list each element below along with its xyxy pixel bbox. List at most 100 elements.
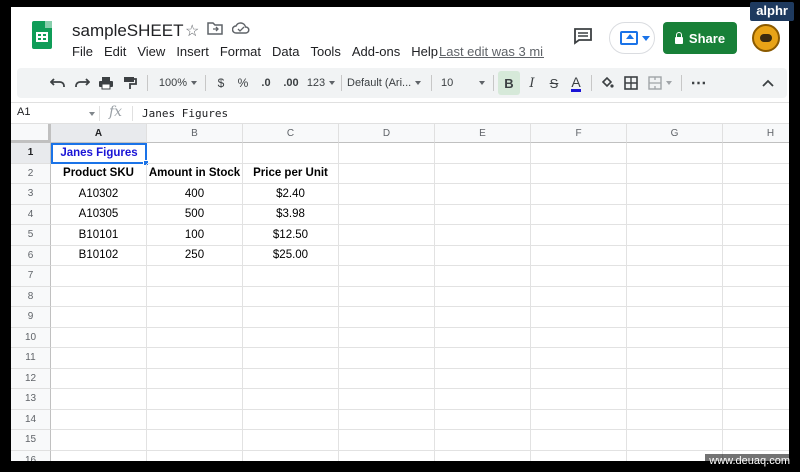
- cell-c2[interactable]: Price per Unit: [243, 163, 339, 184]
- cell-c12[interactable]: [243, 368, 339, 389]
- cell-d2[interactable]: [339, 163, 435, 184]
- cell-e16[interactable]: [435, 450, 531, 461]
- cell-f3[interactable]: [531, 184, 627, 205]
- menu-addons[interactable]: Add-ons: [352, 44, 400, 59]
- column-header-d[interactable]: D: [339, 124, 435, 143]
- cell-e15[interactable]: [435, 430, 531, 451]
- cell-h11[interactable]: [723, 348, 789, 369]
- cell-c7[interactable]: [243, 266, 339, 287]
- cell-d13[interactable]: [339, 389, 435, 410]
- cell-f9[interactable]: [531, 307, 627, 328]
- cell-a13[interactable]: [51, 389, 147, 410]
- cell-d16[interactable]: [339, 450, 435, 461]
- text-color-button[interactable]: A: [566, 68, 586, 98]
- cell-a9[interactable]: [51, 307, 147, 328]
- paint-format-icon[interactable]: [119, 68, 141, 98]
- more-formats-select[interactable]: 123: [305, 68, 337, 98]
- column-header-b[interactable]: B: [147, 124, 243, 143]
- column-header-e[interactable]: E: [435, 124, 531, 143]
- avatar[interactable]: [752, 24, 780, 52]
- cell-a2[interactable]: Product SKU: [51, 163, 147, 184]
- cell-f1[interactable]: [531, 143, 627, 164]
- cell-g13[interactable]: [627, 389, 723, 410]
- row-header-5[interactable]: 5: [11, 225, 51, 246]
- document-title[interactable]: sampleSHEET: [72, 21, 183, 41]
- column-header-c[interactable]: C: [243, 124, 339, 143]
- menu-view[interactable]: View: [137, 44, 165, 59]
- present-button[interactable]: [609, 22, 655, 54]
- cell-b16[interactable]: [147, 450, 243, 461]
- cell-b1[interactable]: [147, 143, 243, 164]
- cell-d4[interactable]: [339, 204, 435, 225]
- cell-c15[interactable]: [243, 430, 339, 451]
- cell-c13[interactable]: [243, 389, 339, 410]
- redo-icon[interactable]: [71, 68, 93, 98]
- row-header-10[interactable]: 10: [11, 327, 51, 348]
- cell-d5[interactable]: [339, 225, 435, 246]
- cell-b3[interactable]: 400: [147, 184, 243, 205]
- cell-f6[interactable]: [531, 245, 627, 266]
- cell-a3[interactable]: A10302: [51, 184, 147, 205]
- cell-f5[interactable]: [531, 225, 627, 246]
- cell-g11[interactable]: [627, 348, 723, 369]
- more-options-icon[interactable]: ⋯: [687, 68, 711, 98]
- cell-a4[interactable]: A10305: [51, 204, 147, 225]
- cell-b11[interactable]: [147, 348, 243, 369]
- cell-f14[interactable]: [531, 409, 627, 430]
- cell-b14[interactable]: [147, 409, 243, 430]
- cell-g1[interactable]: [627, 143, 723, 164]
- cell-e3[interactable]: [435, 184, 531, 205]
- cell-f4[interactable]: [531, 204, 627, 225]
- row-header-9[interactable]: 9: [11, 307, 51, 328]
- cell-c10[interactable]: [243, 327, 339, 348]
- italic-button[interactable]: I: [522, 68, 542, 98]
- column-header-h[interactable]: H: [723, 124, 789, 143]
- cell-c8[interactable]: [243, 286, 339, 307]
- cell-g15[interactable]: [627, 430, 723, 451]
- row-header-13[interactable]: 13: [11, 389, 51, 410]
- sheets-logo-icon[interactable]: [32, 21, 52, 49]
- cell-b9[interactable]: [147, 307, 243, 328]
- name-box[interactable]: A1: [17, 106, 30, 118]
- row-header-3[interactable]: 3: [11, 184, 51, 205]
- menu-edit[interactable]: Edit: [104, 44, 126, 59]
- cell-h13[interactable]: [723, 389, 789, 410]
- decrease-decimal-button[interactable]: .0: [255, 68, 277, 98]
- row-header-8[interactable]: 8: [11, 286, 51, 307]
- cell-h8[interactable]: [723, 287, 789, 307]
- cell-f11[interactable]: [531, 348, 627, 369]
- cell-b13[interactable]: [147, 389, 243, 410]
- cell-h1[interactable]: [723, 143, 789, 164]
- cell-e2[interactable]: [435, 163, 531, 184]
- menu-help[interactable]: Help: [411, 44, 438, 59]
- cell-h12[interactable]: [723, 369, 789, 389]
- cell-d9[interactable]: [339, 307, 435, 328]
- row-header-2[interactable]: 2: [11, 163, 51, 184]
- cell-g7[interactable]: [627, 266, 723, 287]
- row-header-15[interactable]: 15: [11, 430, 51, 451]
- cell-d7[interactable]: [339, 266, 435, 287]
- cell-e10[interactable]: [435, 327, 531, 348]
- cell-g2[interactable]: [627, 163, 723, 184]
- cell-g10[interactable]: [627, 327, 723, 348]
- fill-color-icon[interactable]: [597, 68, 617, 98]
- cell-d14[interactable]: [339, 409, 435, 430]
- cell-e14[interactable]: [435, 409, 531, 430]
- percent-format-button[interactable]: %: [233, 68, 253, 98]
- font-family-select[interactable]: Default (Ari...: [347, 68, 427, 98]
- cell-d6[interactable]: [339, 245, 435, 266]
- formula-input[interactable]: Janes Figures: [142, 107, 228, 120]
- bold-button[interactable]: B: [498, 71, 520, 95]
- comment-history-icon[interactable]: [573, 27, 593, 45]
- column-header-g[interactable]: G: [627, 124, 723, 143]
- cell-d12[interactable]: [339, 368, 435, 389]
- cell-g6[interactable]: [627, 245, 723, 266]
- menu-data[interactable]: Data: [272, 44, 299, 59]
- borders-icon[interactable]: [621, 68, 641, 98]
- cell-e5[interactable]: [435, 225, 531, 246]
- cell-a7[interactable]: [51, 266, 147, 287]
- row-header-12[interactable]: 12: [11, 368, 51, 389]
- cell-c4[interactable]: $3.98: [243, 204, 339, 225]
- increase-decimal-button[interactable]: .00: [279, 68, 303, 98]
- menu-format[interactable]: Format: [220, 44, 261, 59]
